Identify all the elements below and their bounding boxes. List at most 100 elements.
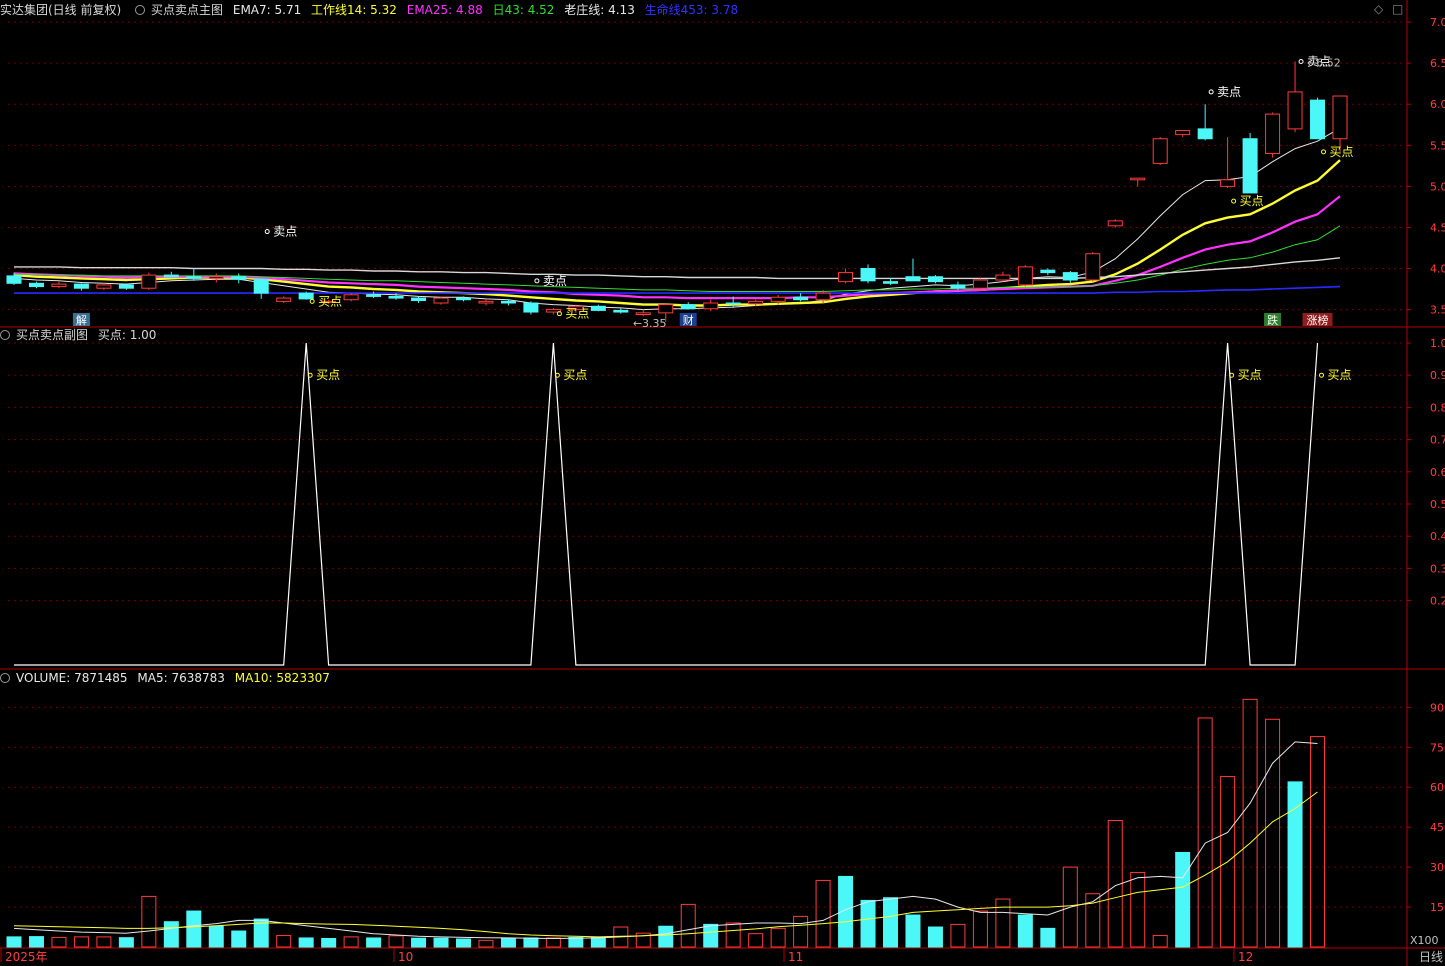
volume-unit: X100 xyxy=(1410,934,1439,947)
volume-bar xyxy=(276,935,292,948)
candle xyxy=(141,274,157,289)
buy-point-label: 买点 xyxy=(1238,368,1262,382)
candle xyxy=(231,276,247,280)
candle xyxy=(793,296,809,301)
x-date-label: 11 xyxy=(788,950,803,964)
y-tick-label: 4.0 xyxy=(1430,263,1445,276)
y-tick-label: 0.5 xyxy=(1430,498,1445,511)
candle xyxy=(658,304,674,314)
volume-bar xyxy=(388,935,404,948)
ma-line-工作线14 xyxy=(13,159,1341,307)
volume-bar xyxy=(793,915,809,948)
candle xyxy=(770,296,786,302)
volume-bar xyxy=(343,936,359,948)
candle xyxy=(972,279,988,289)
y-tick-label: 0.6 xyxy=(1430,466,1445,479)
candle xyxy=(1265,113,1281,155)
candle xyxy=(73,283,89,289)
main-panel: 3.54.04.55.05.56.06.57.0卖点买点卖点买点卖点买点卖点买点… xyxy=(6,16,1445,330)
x-date-label: 12 xyxy=(1238,950,1253,964)
candle xyxy=(927,276,943,283)
y-tick-label: 3.5 xyxy=(1430,304,1445,317)
candle xyxy=(995,274,1011,281)
candle xyxy=(1310,99,1326,140)
candle xyxy=(613,309,629,313)
y-tick-label: 3000 xyxy=(1430,861,1445,874)
volume-bar xyxy=(748,933,764,948)
volume-bar xyxy=(1197,717,1213,948)
candle xyxy=(96,284,112,289)
x-date-label: 2025年 xyxy=(5,950,48,964)
candle xyxy=(523,302,539,313)
volume-bar xyxy=(815,879,831,948)
candle xyxy=(590,305,606,311)
candle xyxy=(1062,272,1078,281)
volume-bar xyxy=(1017,914,1033,948)
volume-bar xyxy=(231,930,247,948)
candle xyxy=(1220,179,1236,187)
candle xyxy=(478,300,494,304)
candle xyxy=(298,292,314,300)
event-marker: 财 xyxy=(683,313,694,327)
stock-chart[interactable]: 3.54.04.55.05.56.06.57.0卖点买点卖点买点卖点买点卖点买点… xyxy=(0,0,1445,966)
event-marker: 跌 xyxy=(1267,313,1278,327)
volume-bar xyxy=(411,937,427,948)
y-tick-label: 1500 xyxy=(1430,901,1445,914)
volume-bar xyxy=(590,936,606,948)
y-tick-label: 0.2 xyxy=(1430,595,1445,608)
candle xyxy=(815,292,831,301)
volume-bar xyxy=(1242,698,1258,948)
volume-bar xyxy=(1152,935,1168,948)
candle xyxy=(635,312,651,316)
candle xyxy=(1287,91,1303,130)
y-tick-label: 0.7 xyxy=(1430,434,1445,447)
candle xyxy=(276,297,292,302)
volume-bar xyxy=(1040,927,1056,948)
buy-signal-label: 买点 xyxy=(1240,194,1264,208)
volume-bar xyxy=(725,922,741,948)
candle xyxy=(6,275,22,284)
y-tick-label: 0.9 xyxy=(1430,369,1445,382)
buy-signal-dot xyxy=(1231,198,1237,204)
volume-bar xyxy=(1175,851,1191,948)
candle xyxy=(388,295,404,299)
candle xyxy=(118,284,134,289)
buy-signal-label: 买点 xyxy=(565,307,589,321)
volume-bar xyxy=(995,898,1011,948)
volume-panel: 1500 3000 4500 6000 7500 9000 X100 xyxy=(6,698,1445,948)
y-tick-label: 6000 xyxy=(1430,781,1445,794)
y-tick-label: 6.0 xyxy=(1430,98,1445,111)
volume-bar xyxy=(1287,781,1303,948)
y-tick-label: 7500 xyxy=(1430,741,1445,754)
candle xyxy=(500,300,516,304)
candle xyxy=(1107,220,1123,227)
candle xyxy=(343,294,359,301)
candle xyxy=(1175,130,1191,136)
volume-bar xyxy=(680,903,696,948)
buy-signal-dot xyxy=(1321,149,1327,155)
candle xyxy=(703,302,719,310)
volume-bar xyxy=(1310,736,1326,948)
volume-bar xyxy=(96,936,112,948)
volume-bar xyxy=(523,937,539,948)
y-tick-label: 4500 xyxy=(1430,821,1445,834)
sell-signal-label: 卖点 xyxy=(273,225,297,239)
sell-signal-label: 卖点 xyxy=(1217,85,1241,99)
candle xyxy=(411,297,427,302)
ma-line-EMA25 xyxy=(13,195,1341,300)
volume-bar xyxy=(321,937,337,948)
buy-signal-dot xyxy=(309,298,315,304)
candle xyxy=(680,304,696,310)
volume-bar xyxy=(366,937,382,948)
candle xyxy=(208,276,224,279)
volume-bar xyxy=(208,925,224,948)
volume-bar xyxy=(545,937,561,948)
candle xyxy=(950,284,966,289)
volume-bar xyxy=(860,899,876,948)
buy-point-label: 买点 xyxy=(563,368,587,382)
ma-line-EMA7 xyxy=(13,127,1341,311)
volume-bar xyxy=(883,897,899,948)
y-tick-label: 4.5 xyxy=(1430,221,1445,234)
candle xyxy=(455,297,471,301)
y-tick-label: 1.0 xyxy=(1430,337,1445,350)
